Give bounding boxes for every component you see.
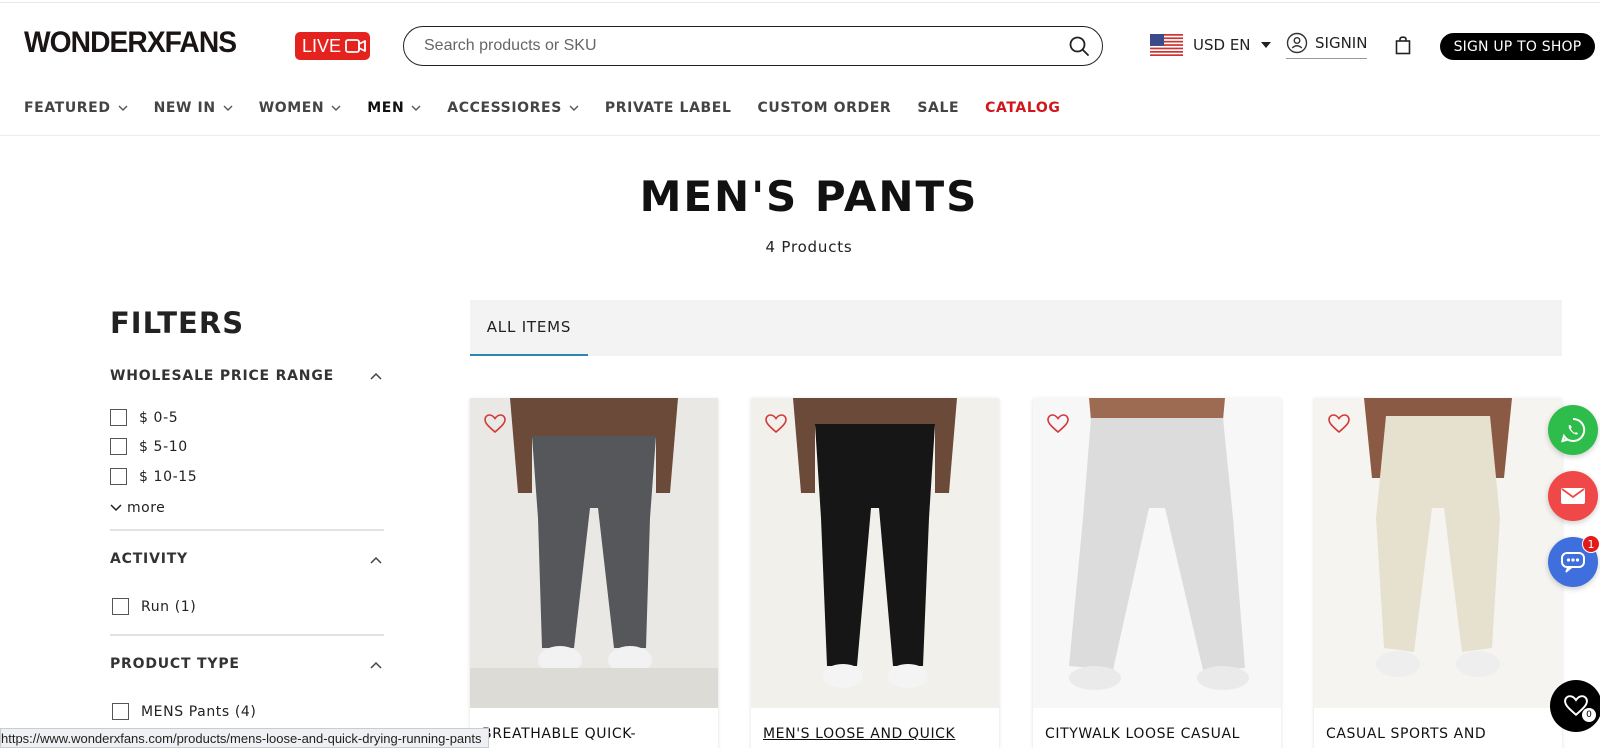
chevron-down-icon (331, 105, 341, 111)
chevron-down-icon (569, 105, 579, 111)
wishlist-button[interactable]: 0 (1550, 680, 1600, 732)
product-name[interactable]: CASUAL SPORTS AND (1314, 708, 1562, 748)
chevron-up-icon[interactable] (370, 372, 382, 380)
nav-featured[interactable]: FEATURED (24, 100, 128, 116)
filter-option-mens-pants[interactable]: MENS Pants (4) (112, 703, 256, 720)
nav-label: NEW IN (153, 100, 216, 116)
page-title: MEN'S PANTS (639, 172, 979, 221)
brand-logo[interactable]: WONDERXFANS (24, 26, 237, 60)
product-name-text: MEN'S LOOSE AND QUICK (763, 726, 956, 742)
nav-label: MEN (367, 100, 405, 116)
wishlist-count: 0 (1582, 708, 1596, 722)
nav-custom-order[interactable]: CUSTOM ORDER (757, 100, 891, 116)
product-count: 4 Products (765, 238, 853, 256)
heart-icon[interactable] (1047, 414, 1069, 434)
filter-section-product-type-title[interactable]: PRODUCT TYPE (110, 656, 240, 672)
signin-label: SIGNIN (1315, 34, 1368, 52)
mail-icon (1561, 488, 1585, 504)
product-image[interactable] (751, 398, 999, 708)
whatsapp-icon (1561, 417, 1586, 443)
main-nav: FEATURED NEW IN WOMEN MEN ACCESSIORES PR… (24, 96, 1086, 120)
email-button[interactable] (1548, 471, 1598, 521)
user-icon (1286, 32, 1308, 54)
chat-bubble-icon (1561, 552, 1585, 573)
filter-section-price-title[interactable]: WHOLESALE PRICE RANGE (110, 368, 334, 384)
product-image[interactable] (1314, 398, 1562, 708)
heart-icon[interactable] (765, 414, 787, 434)
currency-selector[interactable]: USD EN (1150, 34, 1271, 56)
checkbox[interactable] (110, 438, 127, 455)
checkbox[interactable] (112, 598, 129, 615)
chevron-down-icon (118, 105, 128, 111)
product-image[interactable] (470, 398, 718, 708)
product-name[interactable]: BREATHABLE QUICK- (470, 708, 718, 748)
product-card[interactable]: CASUAL SPORTS AND (1314, 398, 1562, 748)
collection-tabs: ALL ITEMS (470, 300, 1562, 356)
nav-private-label[interactable]: PRIVATE LABEL (605, 100, 732, 116)
caret-down-icon (1260, 41, 1271, 48)
product-card[interactable]: MEN'S LOOSE AND QUICK (751, 398, 999, 748)
currency-label: USD EN (1193, 36, 1251, 54)
heart-icon[interactable] (1328, 414, 1350, 434)
nav-label: WOMEN (258, 100, 325, 116)
chat-badge: 1 (1582, 535, 1600, 553)
product-name-text: CASUAL SPORTS AND (1326, 726, 1487, 742)
signup-button[interactable]: SIGN UP TO SHOP (1440, 33, 1595, 60)
chevron-down-icon (411, 105, 421, 111)
us-flag-icon (1150, 34, 1183, 56)
filter-section-activity-title[interactable]: ACTIVITY (110, 551, 188, 567)
filter-divider (110, 634, 384, 636)
nav-catalog[interactable]: CATALOG (985, 100, 1060, 116)
filter-option-label: $ 10-15 (139, 468, 198, 485)
product-card[interactable]: CITYWALK LOOSE CASUAL (1033, 398, 1281, 748)
filter-more-toggle[interactable]: more (110, 500, 165, 516)
shopping-bag-icon[interactable] (1395, 36, 1411, 55)
chevron-down-icon (110, 504, 122, 512)
product-name[interactable]: CITYWALK LOOSE CASUAL (1033, 708, 1281, 748)
nav-women[interactable]: WOMEN (259, 100, 342, 116)
product-card[interactable]: BREATHABLE QUICK- (470, 398, 718, 748)
chevron-up-icon[interactable] (370, 661, 382, 669)
nav-new-in[interactable]: NEW IN (154, 100, 233, 116)
checkbox[interactable] (110, 409, 127, 426)
search-icon[interactable] (1068, 35, 1090, 57)
chat-button[interactable]: 1 (1548, 535, 1600, 587)
search-bar (403, 26, 1103, 66)
filter-option-label: $ 0-5 (139, 409, 179, 426)
top-border (0, 0, 1600, 3)
live-label: LIVE (302, 35, 342, 56)
signin-link[interactable]: SIGNIN (1286, 32, 1368, 59)
nav-men[interactable]: MEN (367, 100, 421, 116)
chevron-up-icon[interactable] (370, 556, 382, 564)
filter-divider (110, 529, 384, 531)
filters-heading: FILTERS (110, 306, 245, 340)
video-camera-icon (345, 39, 366, 53)
nav-accessories[interactable]: ACCESSIORES (447, 100, 579, 116)
site-header: WONDERXFANS LIVE USD EN (0, 4, 1600, 136)
live-button[interactable]: LIVE (295, 32, 370, 60)
checkbox[interactable] (110, 468, 127, 485)
tab-all-items[interactable]: ALL ITEMS (470, 300, 588, 356)
status-bar-url: https://www.wonderxfans.com/products/men… (0, 728, 489, 748)
heart-icon[interactable] (484, 414, 506, 434)
checkbox[interactable] (112, 703, 129, 720)
nav-label: FEATURED (24, 100, 111, 116)
filter-option-run[interactable]: Run (1) (112, 598, 196, 615)
nav-sale[interactable]: SALE (917, 100, 959, 116)
filter-option-label: MENS Pants (4) (141, 703, 257, 720)
product-name-text: BREATHABLE QUICK- (482, 726, 637, 742)
product-image[interactable] (1033, 398, 1281, 708)
more-label: more (127, 500, 166, 516)
filter-option-price-5-10[interactable]: $ 5-10 (110, 438, 188, 455)
filter-option-price-10-15[interactable]: $ 10-15 (110, 468, 197, 485)
chevron-down-icon (223, 105, 233, 111)
filter-option-label: Run (1) (141, 598, 197, 615)
whatsapp-button[interactable] (1548, 405, 1598, 455)
product-name-text: CITYWALK LOOSE CASUAL (1045, 726, 1241, 742)
filter-option-label: $ 5-10 (139, 438, 188, 455)
product-name[interactable]: MEN'S LOOSE AND QUICK (751, 708, 999, 748)
nav-label: ACCESSIORES (447, 100, 562, 116)
search-input[interactable] (424, 35, 1044, 57)
filter-option-price-0-5[interactable]: $ 0-5 (110, 409, 178, 426)
